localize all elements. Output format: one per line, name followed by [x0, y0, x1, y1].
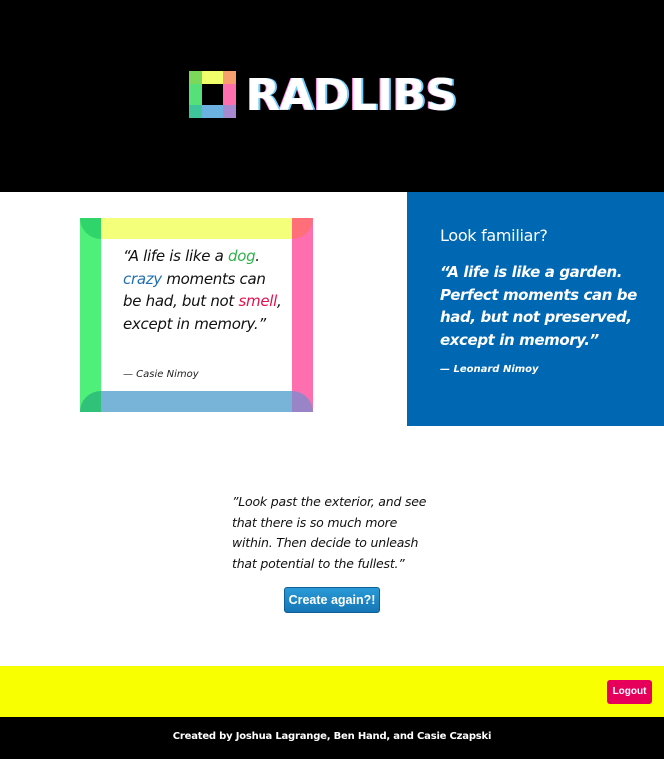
- radlibs-logo-icon: [189, 71, 236, 118]
- filled-word-adjective: crazy: [123, 269, 162, 288]
- inspiration-quote: ”Look past the exterior, and see that th…: [232, 494, 427, 571]
- generated-quote-author: — Casie Nimoy: [123, 369, 199, 380]
- quote-text-part: .: [255, 247, 260, 265]
- generated-quote-text: “A life is like a dog. crazy moments can…: [123, 245, 283, 335]
- filled-word-noun: dog: [227, 247, 256, 265]
- original-quote-heading: Look familiar?: [440, 226, 548, 245]
- original-quote-text: “A life is like a garden. Perfect moment…: [440, 263, 637, 349]
- quote-text-part: “A life is like a: [123, 247, 228, 265]
- filled-word-verb: smell: [238, 292, 278, 310]
- site-footer: Created by Joshua Lagrange, Ben Hand, an…: [0, 717, 664, 759]
- original-quote-author: — Leonard Nimoy: [440, 364, 539, 375]
- original-quote-panel: Look familiar? “A life is like a garden.…: [407, 192, 664, 426]
- create-again-button[interactable]: Create again?!: [284, 587, 380, 613]
- logout-button[interactable]: Logout: [607, 680, 652, 704]
- generated-quote-card: “A life is like a dog. crazy moments can…: [80, 218, 313, 412]
- footer-credits: Created by Joshua Lagrange, Ben Hand, an…: [172, 731, 492, 742]
- site-header: RADLIBS: [0, 0, 664, 192]
- action-bar: [0, 666, 664, 717]
- site-logo-text: RADLIBS: [246, 70, 457, 121]
